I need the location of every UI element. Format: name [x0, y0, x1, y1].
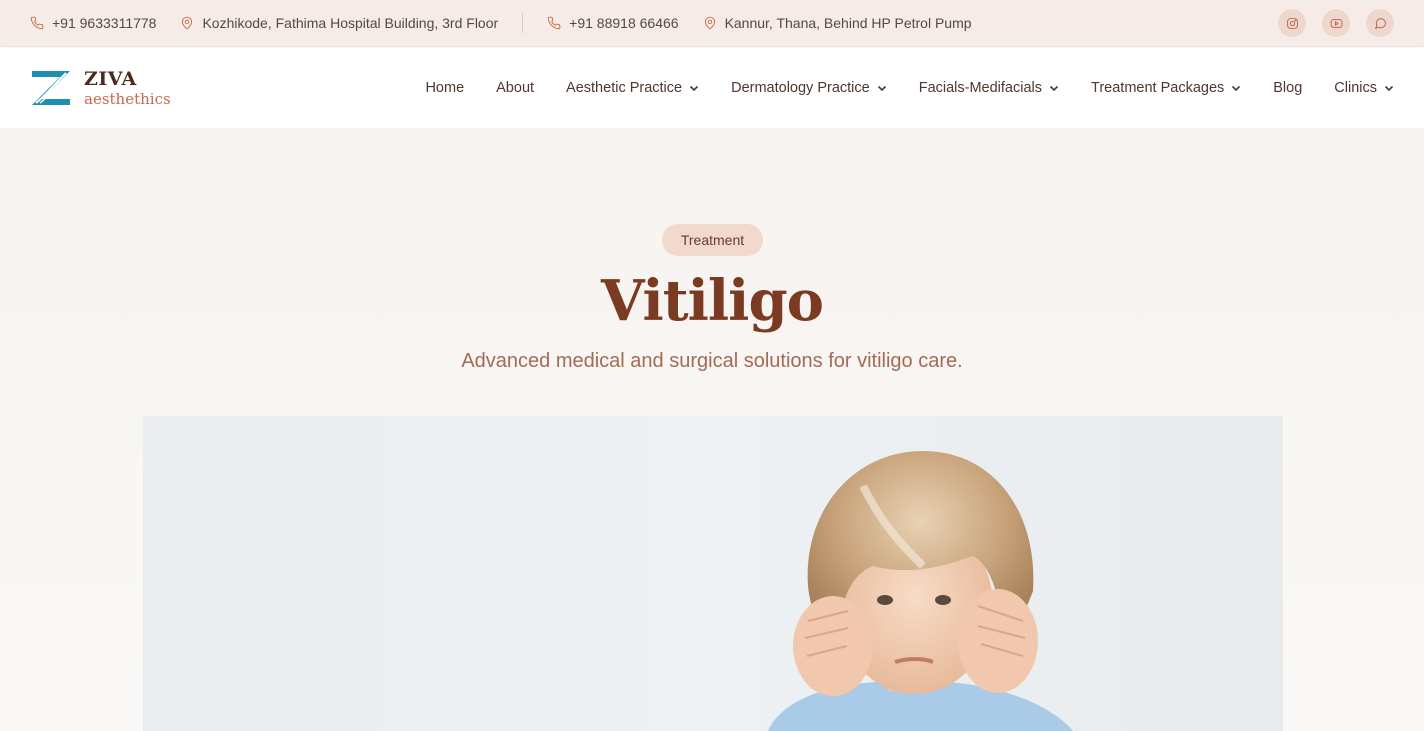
phone-icon	[547, 16, 561, 30]
nav-label: Blog	[1273, 80, 1303, 96]
nav-label: Treatment Packages	[1091, 80, 1225, 96]
nav-aesthetic-practice[interactable]: Aesthetic Practice	[566, 80, 699, 96]
logo-name: ZIVA	[84, 67, 137, 90]
logo-tagline: aesthethics	[84, 89, 171, 108]
social-links	[1278, 9, 1394, 37]
youtube-icon	[1330, 18, 1342, 28]
nav-label: Dermatology Practice	[731, 80, 870, 96]
nav-label: Facials-Medifacials	[918, 80, 1043, 96]
page-title: Vitiligo	[601, 268, 824, 334]
nav-label: Home	[425, 80, 465, 96]
child-photo-illustration	[768, 451, 1073, 731]
nav-treatment-packages[interactable]: Treatment Packages	[1091, 80, 1241, 96]
nav-home[interactable]: Home	[425, 80, 464, 96]
whatsapp-button[interactable]	[1366, 9, 1394, 37]
phone-icon	[30, 16, 44, 30]
nav-clinics[interactable]: Clinics	[1334, 80, 1394, 96]
instagram-button[interactable]	[1278, 9, 1306, 37]
address-text: Kozhikode, Fathima Hospital Building, 3r…	[202, 15, 499, 31]
category-badge: Treatment	[662, 224, 763, 256]
page-subtitle: Advanced medical and surgical solutions …	[461, 350, 963, 372]
ziva-logo-icon	[30, 69, 72, 107]
hero-section: Treatment Vitiligo Advanced medical and …	[0, 128, 1424, 731]
nav-blog[interactable]: Blog	[1273, 80, 1302, 96]
phone-text: +91 9633311778	[52, 15, 157, 31]
nav-label: Clinics	[1334, 80, 1377, 96]
primary-nav: Home About Aesthetic Practice Dermatolog…	[393, 80, 1394, 96]
youtube-button[interactable]	[1322, 9, 1350, 37]
nav-facials-medifacials[interactable]: Facials-Medifacials	[919, 80, 1059, 96]
chevron-down-icon	[690, 85, 699, 92]
nav-dermatology-practice[interactable]: Dermatology Practice	[731, 80, 887, 96]
map-pin-icon	[704, 16, 715, 30]
divider	[522, 13, 524, 33]
main-navbar: ZIVA aesthethics Home About Aesthetic Pr…	[0, 48, 1424, 128]
nav-about[interactable]: About	[496, 80, 534, 96]
top-contact-bar: +91 9633311778 Kozhikode, Fathima Hospit…	[0, 0, 1424, 47]
chevron-down-icon	[1384, 85, 1394, 92]
chevron-down-icon	[1049, 85, 1059, 92]
logo[interactable]: ZIVA aesthethics	[30, 69, 171, 107]
hero-image-child	[143, 416, 1283, 731]
nav-label: Aesthetic Practice	[566, 80, 683, 96]
instagram-icon	[1286, 17, 1298, 29]
nav-label: About	[496, 80, 535, 96]
address-text: Kannur, Thana, Behind HP Petrol Pump	[724, 15, 972, 31]
chevron-down-icon	[877, 85, 886, 92]
whatsapp-icon	[1374, 17, 1386, 29]
address-kannur: Kannur, Thana, Behind HP Petrol Pump	[703, 15, 972, 31]
phone-kannur[interactable]: +91 88918 66466	[547, 15, 679, 31]
phone-kozhikode[interactable]: +91 9633311778	[30, 15, 156, 31]
address-kozhikode: Kozhikode, Fathima Hospital Building, 3r…	[180, 15, 498, 31]
phone-text: +91 88918 66466	[569, 15, 679, 31]
chevron-down-icon	[1232, 85, 1241, 92]
map-pin-icon	[182, 16, 193, 30]
